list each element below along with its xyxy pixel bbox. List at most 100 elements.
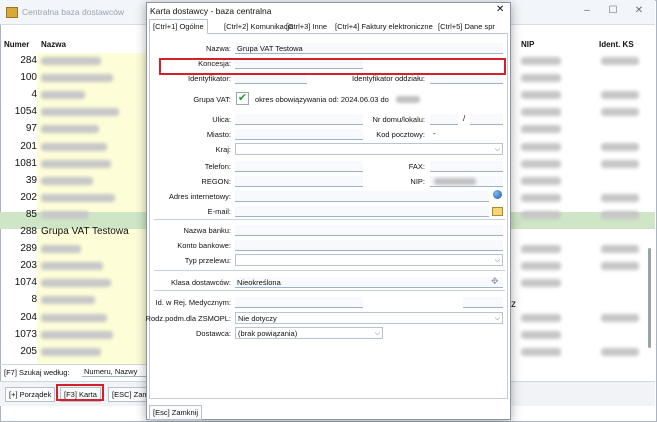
table-row[interactable]: 85 bbox=[0, 207, 148, 224]
grupa-vat-checkbox[interactable]: ✔ bbox=[236, 92, 249, 105]
col-numer[interactable]: Numer bbox=[4, 40, 29, 49]
ident-redacted bbox=[601, 57, 639, 65]
www-field[interactable] bbox=[235, 191, 489, 202]
table-row[interactable]: 204 bbox=[0, 310, 148, 327]
porzadek-button[interactable]: [+] Porządek bbox=[5, 387, 56, 402]
telefon-field[interactable] bbox=[235, 161, 363, 172]
kraj-select[interactable]: ⌵ bbox=[235, 143, 503, 155]
col-ident-ks[interactable]: Ident. KS bbox=[599, 40, 634, 49]
grupa-vat-end-date bbox=[396, 96, 420, 103]
label-nazwa-banku: Nazwa banku: bbox=[183, 226, 231, 235]
kod-pocztowy-field[interactable]: - bbox=[433, 129, 436, 138]
table-row[interactable]: 203 bbox=[0, 258, 148, 275]
search-field[interactable]: Numeru, Nazwy bbox=[82, 367, 148, 377]
nip-redacted bbox=[521, 313, 561, 322]
table-row[interactable]: 284 bbox=[0, 53, 148, 70]
klasa-field[interactable]: Nieokreślona bbox=[235, 277, 503, 288]
ulica-field[interactable] bbox=[235, 114, 363, 125]
table-row[interactable]: 1074 bbox=[0, 275, 148, 292]
ident-redacted bbox=[601, 210, 639, 219]
tab-inne[interactable]: [Ctrl+3] Inne bbox=[282, 19, 331, 34]
label-typ-przelewu: Typ przelewu: bbox=[184, 256, 231, 265]
nip-redacted bbox=[521, 347, 561, 356]
tab-ogolne[interactable]: [Ctrl+1] Ogólne bbox=[149, 19, 208, 34]
dostawca-select[interactable]: (brak powiązania) ⌵ bbox=[235, 327, 383, 339]
globe-icon[interactable] bbox=[493, 190, 502, 199]
dialog-close-icon[interactable]: ✕ bbox=[496, 4, 504, 15]
envelope-icon[interactable] bbox=[492, 207, 503, 216]
label-konto-bankowe: Konto bankowe: bbox=[177, 241, 231, 250]
ident-redacted bbox=[601, 313, 639, 322]
miasto-field[interactable] bbox=[235, 129, 363, 140]
nazwa-banku-field[interactable] bbox=[235, 225, 503, 236]
dialog-tabs: [Ctrl+1] Ogólne [Ctrl+2] Komunikacja [Ct… bbox=[149, 19, 508, 34]
row-number: 100 bbox=[20, 72, 37, 84]
add-icon[interactable]: ✥ bbox=[491, 276, 499, 287]
separator bbox=[154, 219, 505, 220]
table-row[interactable]: 97 bbox=[0, 121, 148, 138]
search-label: [F7] Szukaj według: bbox=[4, 368, 70, 377]
table-row[interactable]: 1054 bbox=[0, 104, 148, 121]
separator bbox=[154, 270, 505, 271]
row-name: Grupa VAT Testowa bbox=[41, 226, 129, 237]
row-name-redacted bbox=[41, 108, 119, 117]
row-name-redacted bbox=[41, 91, 85, 100]
table-row[interactable]: 205 bbox=[0, 344, 148, 361]
col-nip[interactable]: NIP bbox=[521, 40, 534, 49]
col-nazwa[interactable]: Nazwa bbox=[41, 40, 66, 49]
table-row[interactable]: 202 bbox=[0, 190, 148, 207]
grupa-vat-highlight bbox=[159, 58, 506, 75]
scrollbar[interactable] bbox=[644, 53, 655, 365]
nip-redacted bbox=[521, 142, 561, 151]
tab-faktury[interactable]: [Ctrl+4] Faktury elektroniczne bbox=[331, 19, 437, 34]
rej-medyczny-field[interactable] bbox=[235, 297, 363, 308]
table-row[interactable]: 1073 bbox=[0, 327, 148, 344]
nr-lokalu-field[interactable] bbox=[470, 114, 503, 125]
table-row[interactable]: 100 bbox=[0, 70, 148, 87]
row-name-redacted bbox=[41, 210, 89, 219]
row-number: 289 bbox=[20, 243, 37, 255]
supplier-table-left: 284 100 4 1054 97 201 1081 39 202 85 288 Grupa VAT … bbox=[0, 53, 148, 365]
label-identyfikator-oddzialu: Identyfikator oddziału: bbox=[352, 74, 425, 83]
row-name-redacted bbox=[41, 57, 101, 65]
label-fax: FAX: bbox=[408, 162, 425, 171]
zamknij-button[interactable]: [Esc] Zamknij bbox=[149, 405, 203, 420]
right-col-text: z bbox=[511, 299, 516, 310]
konto-bankowe-field[interactable] bbox=[235, 240, 503, 251]
row-number: 203 bbox=[20, 260, 37, 272]
label-miasto: Miasto: bbox=[206, 130, 231, 139]
maximize-icon[interactable]: ☐ bbox=[608, 6, 618, 16]
row-number: 1073 bbox=[14, 328, 37, 340]
close-icon[interactable]: ✕ bbox=[634, 6, 644, 16]
nip-redacted bbox=[521, 74, 561, 83]
row-number: 85 bbox=[25, 208, 37, 220]
typ-przelewu-select[interactable]: ⌵ bbox=[235, 254, 503, 266]
email-field[interactable] bbox=[235, 206, 489, 217]
fax-field[interactable] bbox=[430, 161, 503, 172]
label-regon: REGON: bbox=[201, 177, 231, 186]
ident-redacted bbox=[601, 193, 639, 202]
table-row[interactable]: 288 Grupa VAT Testowa bbox=[0, 224, 148, 241]
table-row[interactable]: 289 bbox=[0, 241, 148, 258]
supplier-table-right bbox=[511, 53, 655, 365]
ident-redacted bbox=[601, 245, 639, 254]
label-kod-pocztowy: Kod pocztowy: bbox=[376, 130, 425, 139]
scroll-thumb[interactable] bbox=[648, 248, 651, 348]
regon-field[interactable] bbox=[235, 176, 363, 187]
minimize-icon[interactable]: – bbox=[582, 6, 592, 16]
nazwa-field[interactable]: Grupa VAT Testowa bbox=[235, 43, 503, 54]
table-row[interactable]: 8 bbox=[0, 292, 148, 309]
tab-dane[interactable]: [Ctrl+5] Dane spr bbox=[434, 19, 499, 34]
rodz-podm-select[interactable]: Nie dotyczy ⌵ bbox=[235, 312, 503, 324]
label-telefon: Telefon: bbox=[204, 162, 231, 171]
table-row[interactable]: 39 bbox=[0, 173, 148, 190]
table-row[interactable]: 201 bbox=[0, 139, 148, 156]
table-row[interactable]: 1081 bbox=[0, 156, 148, 173]
row-number: 1074 bbox=[14, 277, 37, 289]
row-name-redacted bbox=[41, 159, 111, 168]
label-rej-medyczny: Id. w Rej. Medycznym: bbox=[155, 298, 231, 307]
nr-domu-field[interactable] bbox=[430, 114, 458, 125]
table-row[interactable]: 4 bbox=[0, 87, 148, 104]
label-nip: NIP: bbox=[410, 177, 425, 186]
rej-medyczny-extra-field[interactable] bbox=[463, 297, 503, 308]
